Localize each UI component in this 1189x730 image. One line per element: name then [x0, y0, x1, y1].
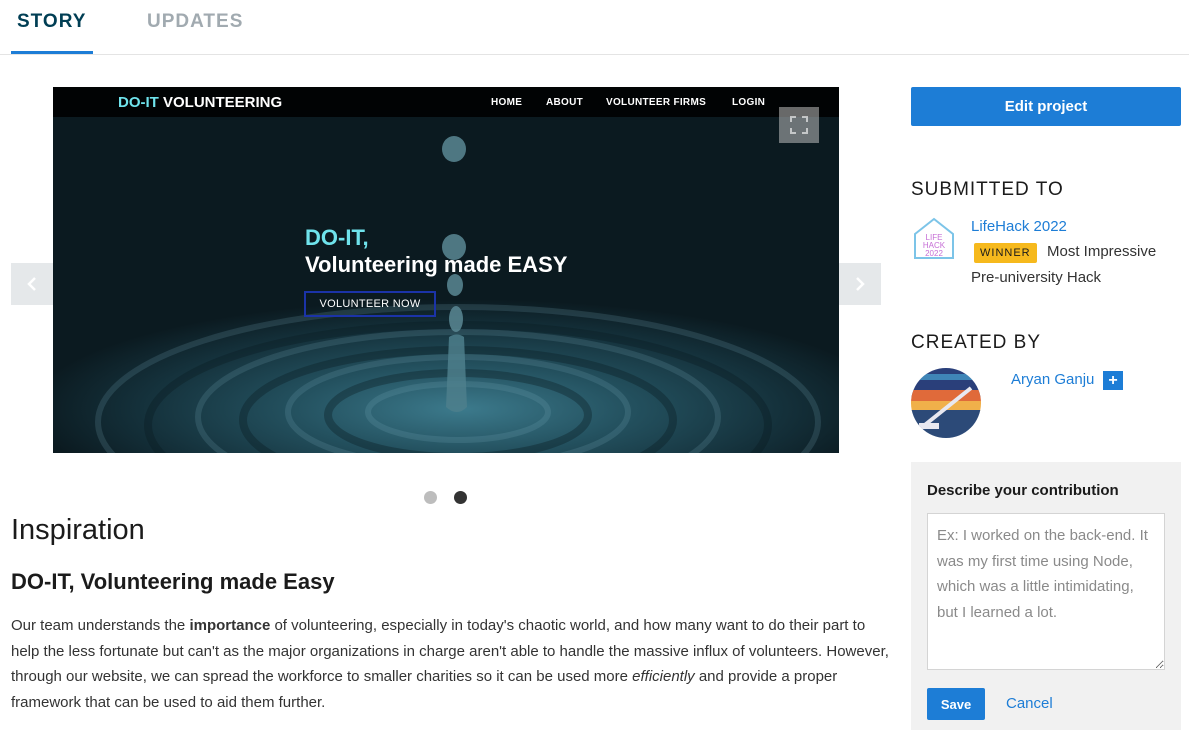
slide-nav-home: HOME	[491, 97, 523, 108]
slide-hero-title: DO-IT,	[305, 225, 369, 250]
cancel-link[interactable]: Cancel	[1006, 695, 1053, 712]
paragraph-italic-text: efficiently	[632, 668, 695, 685]
prize-name-line-2: Pre-university Hack	[971, 269, 1102, 286]
created-by-heading: CREATED BY	[911, 332, 1042, 353]
contribution-title: Describe your contribution	[927, 482, 1119, 499]
avatar[interactable]	[911, 368, 981, 438]
chevron-right-icon	[856, 277, 865, 291]
project-gallery-slide[interactable]: DO-IT VOLUNTEERING HOME ABOUT VOLUNTEER …	[53, 87, 839, 453]
slide-brand-accent: DO-IT	[118, 94, 159, 111]
contribution-textarea[interactable]	[927, 513, 1165, 670]
carousel-next-button[interactable]	[839, 263, 881, 305]
prize-name-line-1: Most Impressive	[1047, 243, 1157, 260]
fullscreen-button[interactable]	[779, 107, 819, 143]
avatar-image	[911, 368, 981, 438]
winner-badge: WINNER	[974, 243, 1037, 263]
tab-updates[interactable]: UPDATES	[147, 11, 243, 33]
plus-icon[interactable]: +	[1103, 371, 1123, 390]
slide-site-header: DO-IT VOLUNTEERING HOME ABOUT VOLUNTEER …	[53, 87, 839, 117]
carousel-dot-1[interactable]	[424, 491, 437, 504]
carousel-prev-button[interactable]	[11, 263, 53, 305]
active-tab-indicator	[11, 51, 93, 54]
slide-volunteer-now-button: VOLUNTEER NOW	[304, 291, 436, 317]
logo-text-year: 2022	[925, 249, 943, 258]
save-button[interactable]: Save	[927, 688, 985, 720]
contribution-panel: Describe your contribution Save Cancel	[911, 462, 1181, 730]
chevron-left-icon	[27, 277, 36, 291]
tab-story[interactable]: STORY	[17, 11, 86, 33]
slide-brand-rest: VOLUNTEERING	[158, 94, 283, 111]
hackathon-link[interactable]: LifeHack 2022	[971, 218, 1067, 235]
author-link[interactable]: Aryan Ganju	[1011, 371, 1094, 388]
slide-nav-volunteer-firms: VOLUNTEER FIRMS	[606, 97, 707, 108]
section-heading-inspiration: Inspiration	[11, 514, 145, 546]
tab-bar: STORY UPDATES	[0, 0, 1189, 55]
slide-nav-about: ABOUT	[546, 97, 584, 108]
submitted-to-heading: SUBMITTED TO	[911, 179, 1064, 200]
slide-hero-subtitle: Volunteering made EASY	[305, 252, 568, 277]
edit-project-button[interactable]: Edit project	[911, 87, 1181, 126]
paragraph-text: Our team understands the	[11, 617, 190, 634]
carousel-dot-2-active[interactable]	[454, 491, 467, 504]
story-subheading: DO-IT, Volunteering made Easy	[11, 569, 335, 594]
slide-nav-login: LOGIN	[732, 97, 766, 108]
paragraph-bold-text: importance	[189, 617, 271, 634]
expand-icon	[790, 116, 808, 134]
story-paragraph: Our team understands the importance of v…	[11, 613, 891, 715]
slide-brand-logo: DO-IT VOLUNTEERING	[118, 94, 282, 111]
lifehack-logo[interactable]: LIFE HACK 2022	[911, 216, 957, 260]
